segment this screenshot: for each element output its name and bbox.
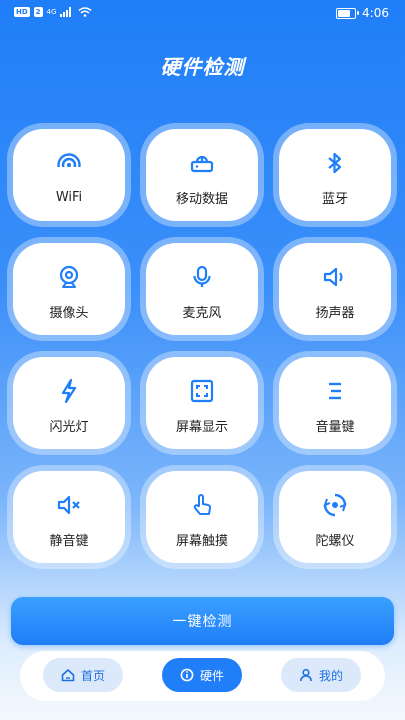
router-icon bbox=[189, 150, 215, 176]
tile-screen-display[interactable]: 屏幕显示 bbox=[146, 357, 258, 449]
signal-icon bbox=[60, 7, 72, 17]
screen-icon bbox=[189, 378, 215, 404]
bottom-tab-bar: 首页 硬件 我的 bbox=[20, 651, 385, 701]
flash-icon bbox=[56, 378, 82, 404]
wifi-icon bbox=[56, 152, 82, 178]
gyroscope-icon bbox=[322, 492, 348, 518]
tile-screen-touch[interactable]: 屏幕触摸 bbox=[146, 471, 258, 563]
tile-label: 麦克风 bbox=[182, 305, 222, 321]
tile-label: 移动数据 bbox=[175, 191, 228, 207]
tile-volume-keys[interactable]: 音量键 bbox=[279, 357, 391, 449]
tile-label: WiFi bbox=[55, 189, 83, 205]
status-left: HD 2 4G bbox=[14, 7, 92, 17]
info-icon bbox=[180, 668, 194, 682]
mute-icon bbox=[56, 492, 82, 518]
hardware-grid: WiFi 移动数据 蓝牙 摄像头 麦克风 扬声器 闪光灯 屏幕显示 音量键 静音… bbox=[13, 129, 392, 563]
bluetooth-icon bbox=[322, 150, 348, 176]
touch-icon bbox=[189, 492, 215, 518]
tile-bluetooth[interactable]: 蓝牙 bbox=[279, 129, 391, 221]
tile-flashlight[interactable]: 闪光灯 bbox=[13, 357, 125, 449]
tile-gyroscope[interactable]: 陀螺仪 bbox=[279, 471, 391, 563]
tile-label: 扬声器 bbox=[315, 305, 355, 321]
network-type: 4G bbox=[46, 8, 57, 16]
speaker-icon bbox=[322, 264, 348, 290]
hd-badge: HD bbox=[14, 7, 30, 17]
volume-keys-icon bbox=[322, 378, 348, 404]
tab-label: 首页 bbox=[80, 668, 105, 683]
home-icon bbox=[61, 669, 75, 682]
tile-label: 闪光灯 bbox=[49, 419, 89, 435]
tile-camera[interactable]: 摄像头 bbox=[13, 243, 125, 335]
one-key-check-button[interactable]: 一键检测 bbox=[11, 597, 394, 645]
status-bar: HD 2 4G 4:06 bbox=[0, 0, 405, 28]
tab-mine[interactable]: 我的 bbox=[281, 658, 361, 692]
wifi-status-icon bbox=[78, 7, 92, 17]
tile-speaker[interactable]: 扬声器 bbox=[279, 243, 391, 335]
status-time: 4:06 bbox=[362, 6, 389, 20]
webcam-icon bbox=[56, 264, 82, 290]
tab-home[interactable]: 首页 bbox=[43, 658, 123, 692]
tile-label: 蓝牙 bbox=[321, 191, 348, 207]
tile-label: 静音键 bbox=[49, 533, 89, 549]
tile-mute-key[interactable]: 静音键 bbox=[13, 471, 125, 563]
tile-label: 摄像头 bbox=[49, 305, 89, 321]
tile-label: 屏幕触摸 bbox=[175, 533, 228, 549]
tab-label: 我的 bbox=[318, 668, 343, 683]
microphone-icon bbox=[189, 264, 215, 290]
battery-icon bbox=[336, 7, 360, 19]
status-right: 4:06 bbox=[336, 6, 389, 20]
sim-badge: 2 bbox=[33, 7, 43, 17]
tab-hardware[interactable]: 硬件 bbox=[162, 658, 242, 692]
tab-label: 硬件 bbox=[199, 668, 224, 683]
tile-mobile-data[interactable]: 移动数据 bbox=[146, 129, 258, 221]
tile-wifi[interactable]: WiFi bbox=[13, 129, 125, 221]
user-icon bbox=[299, 668, 312, 682]
tile-microphone[interactable]: 麦克风 bbox=[146, 243, 258, 335]
tile-label: 陀螺仪 bbox=[315, 533, 355, 549]
tile-label: 音量键 bbox=[315, 419, 355, 435]
page-title: 硬件检测 bbox=[160, 55, 245, 79]
tile-label: 屏幕显示 bbox=[175, 419, 228, 435]
